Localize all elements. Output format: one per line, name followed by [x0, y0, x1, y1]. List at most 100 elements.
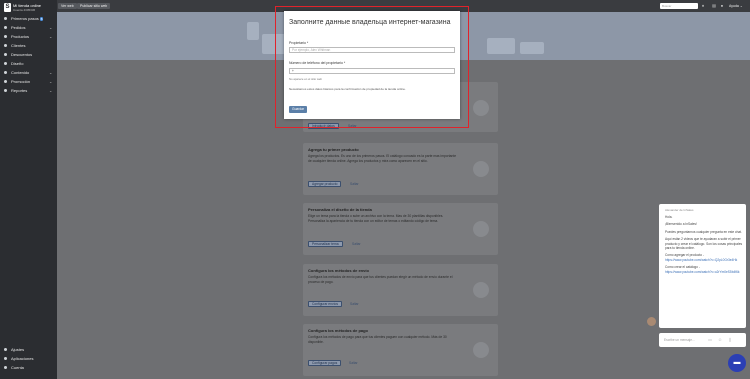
discount-icon: [4, 53, 7, 56]
chat-line: Hola.: [665, 215, 673, 219]
user-icon[interactable]: ●: [719, 3, 725, 9]
sidebar-item-promotion[interactable]: Promoción ⌄: [0, 77, 57, 86]
owner-input[interactable]: Por ejemplo, Alex Whitman: [289, 47, 455, 53]
attachment-icon[interactable]: ∥: [727, 337, 733, 343]
card-description: Configura los métodos de envío para que …: [308, 275, 453, 284]
modal-title: Заполните данные владельца интернет-мага…: [289, 19, 451, 26]
chat-panel: Alexander de InSales Hola. ¡Bienvenido a…: [659, 204, 746, 328]
chat-message: Hola. ¡Bienvenido a InSales! Puedes preg…: [665, 215, 743, 277]
reports-icon: [4, 89, 7, 92]
help-menu[interactable]: Ayuda ⌄: [729, 3, 743, 9]
card-description: Elige un tema para la tienda o sube un a…: [308, 214, 444, 223]
skip-link[interactable]: Saltar: [350, 181, 359, 187]
modal-note: Necesitamos estos datos básicos para la …: [289, 87, 406, 91]
search-input[interactable]: Buscar: [660, 3, 698, 9]
sidebar-item-label: Productos: [11, 34, 30, 39]
sidebar-item-design[interactable]: Diseño: [0, 59, 57, 68]
card-title: Configura los métodos de envío: [308, 268, 369, 273]
emoji-icon[interactable]: ☺: [717, 337, 723, 343]
chat-line: ¡Bienvenido a InSales!: [665, 222, 697, 227]
payment-illustration-icon: [473, 342, 489, 358]
chat-video-link[interactable]: https://www.youtube.com/watch?v=Q2pL0Gr3…: [665, 258, 737, 262]
sidebar-item-label: Diseño: [11, 61, 24, 66]
view-site-button[interactable]: Ver web: [58, 3, 77, 9]
bell-icon[interactable]: ♦: [700, 3, 706, 9]
sidebar-item-first-steps[interactable]: Primeros pasos 6: [0, 14, 57, 23]
chat-line: Puedes preguntarnos cualquier pregunta e…: [665, 229, 742, 234]
sidebar-item-reports[interactable]: Reportes ⌄: [0, 86, 57, 95]
gif-icon[interactable]: ▭: [707, 337, 713, 343]
customers-icon: [4, 44, 7, 47]
chat-bubble-icon: ▬: [733, 359, 741, 366]
chevron-down-icon: ⌄: [49, 25, 53, 30]
card-title: Agrega tu primer producto: [308, 147, 359, 152]
sidebar-item-account[interactable]: Cuenta: [0, 363, 57, 372]
sidebar-item-label: Descuentos: [11, 52, 33, 57]
onboarding-card-design: Personaliza el diseño de la tienda Elige…: [303, 203, 498, 255]
sidebar-item-customers[interactable]: Clientes: [0, 41, 57, 50]
card-title: Configura los métodos de pago: [308, 328, 369, 333]
owner-label: Propietario *: [289, 41, 309, 45]
onboarding-card-payment: Configura los métodos de pago Configura …: [303, 324, 498, 376]
sidebar-bottom-nav: Ajustes Aplicaciones Cuenta: [0, 345, 57, 372]
sidebar-item-orders[interactable]: Pedidos ⌄: [0, 23, 57, 32]
chevron-down-icon: ⌄: [49, 88, 53, 93]
chat-launcher-button[interactable]: ▬: [728, 354, 746, 372]
promotion-icon: [4, 80, 7, 83]
configure-shipping-button[interactable]: Configurar envíos: [308, 301, 343, 307]
sidebar-item-content[interactable]: Contenido ⌄: [0, 68, 57, 77]
content-icon: [4, 71, 7, 74]
phone-help-text: No aparece en el sitio web: [289, 77, 322, 81]
chat-line: Aquí están 2 videos que te ayudaran a su…: [665, 237, 743, 251]
sidebar-nav: Primeros pasos 6 Pedidos ⌄ Productos ⌄ Cl…: [0, 14, 57, 95]
sidebar-item-label: Primeros pasos: [11, 16, 39, 21]
onboarding-card-product: Agrega tu primer producto Agrega los pro…: [303, 143, 498, 195]
account-id: Cuenta 4305336: [13, 8, 36, 12]
brand-logo-icon: S: [4, 3, 11, 12]
sidebar-item-label: Reportes: [11, 88, 28, 93]
sidebar-item-products[interactable]: Productos ⌄: [0, 32, 57, 41]
help-label: Ayuda: [729, 4, 739, 8]
product-illustration-icon: [473, 161, 489, 177]
customize-theme-button[interactable]: Personalizar tema: [308, 241, 343, 247]
configure-payments-button[interactable]: Configurar pagos: [308, 360, 342, 366]
lightbulb-illustration: [247, 22, 259, 40]
design-illustration-icon: [473, 221, 489, 237]
notifications-icon[interactable]: ▤: [711, 3, 717, 9]
envelope-illustration: [520, 42, 544, 54]
sidebar-item-label: Ajustes: [11, 347, 25, 352]
add-product-button[interactable]: Agregar producto: [308, 181, 342, 187]
owner-details-modal: Заполните данные владельца интернет-мага…: [284, 11, 460, 119]
gear-icon: [4, 348, 7, 351]
account-icon: [4, 366, 7, 369]
chevron-down-icon: ⌄: [49, 70, 53, 75]
sidebar: S Mi tienda online Cuenta 4305336 Primer…: [0, 0, 57, 379]
chevron-down-icon: ⌄: [49, 79, 53, 84]
chat-agent-avatar: [647, 317, 656, 326]
brand[interactable]: S Mi tienda online Cuenta 4305336: [2, 2, 54, 14]
sidebar-item-discounts[interactable]: Descuentos: [0, 50, 57, 59]
shipping-illustration-icon: [473, 282, 489, 298]
chat-input[interactable]: Escribe un mensaje... ▭ ☺ ∥: [659, 333, 746, 347]
sidebar-item-label: Contenido: [11, 70, 30, 75]
sidebar-item-label: Promoción: [11, 79, 31, 84]
products-icon: [4, 35, 7, 38]
design-icon: [4, 62, 7, 65]
chevron-down-icon: ⌄: [49, 34, 53, 39]
skip-link[interactable]: Saltar: [352, 241, 361, 247]
publish-site-button[interactable]: Publicar sitio web: [77, 3, 111, 9]
save-button[interactable]: Guardar: [289, 106, 308, 113]
orders-icon: [4, 26, 7, 29]
apps-icon: [4, 357, 7, 360]
sidebar-item-label: Cuenta: [11, 365, 24, 370]
flag-icon: [4, 17, 7, 20]
phone-label: Número de teléfono del propietario *: [289, 61, 346, 65]
skip-link[interactable]: Saltar: [349, 360, 358, 366]
sidebar-item-label: Aplicaciones: [11, 356, 34, 361]
sidebar-item-apps[interactable]: Aplicaciones: [0, 354, 57, 363]
chat-video-link[interactable]: https://www.youtube.com/watch?v=o2rYm0eS…: [665, 270, 740, 274]
phone-input[interactable]: +: [289, 68, 455, 74]
card-description: Agrega los productos. Es uno de los prim…: [308, 154, 457, 163]
skip-link[interactable]: Saltar: [350, 301, 359, 307]
sidebar-item-settings[interactable]: Ajustes: [0, 345, 57, 354]
